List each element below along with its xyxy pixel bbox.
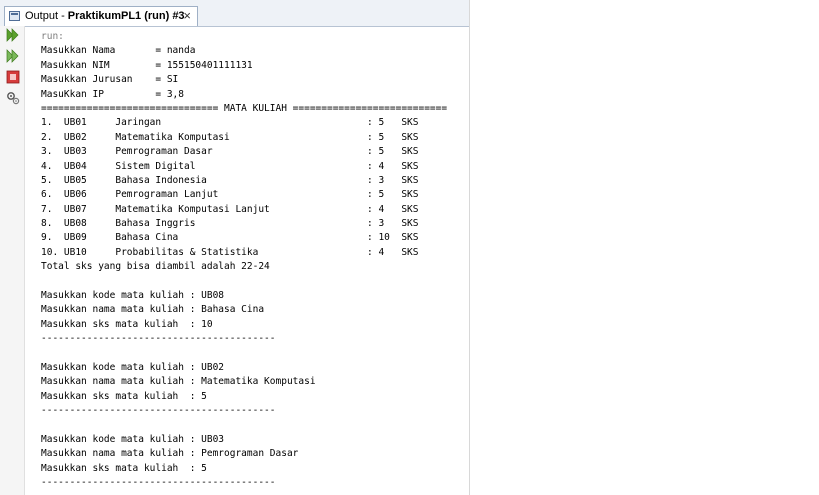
rerun-icon[interactable]	[6, 28, 20, 42]
output-tab-bar: Output - PraktikumPL1 (run) #3 ×	[0, 0, 469, 27]
console-line: 10. UB10 Probabilitas & Statistika : 4 S…	[41, 246, 419, 258]
console-line: 7. UB07 Matematika Komputasi Lanjut : 4 …	[41, 203, 419, 215]
console-line: Masukkan nama mata kuliah : Matematika K…	[41, 376, 316, 388]
console-line: ----------------------------------------…	[41, 477, 276, 489]
console-line: 6. UB06 Pemrograman Lanjut : 5 SKS	[41, 189, 419, 201]
tab-output-run[interactable]: Output - PraktikumPL1 (run) #3 ×	[4, 6, 198, 26]
console-line: 5. UB05 Bahasa Indonesia : 3 SKS	[41, 174, 419, 186]
run-label: run:	[41, 31, 64, 42]
output-toolbar	[0, 26, 25, 495]
console-line: Masukkan sks mata kuliah : 5	[41, 462, 207, 474]
console-line: MasuKkan IP = 3,8	[41, 88, 184, 100]
console-line: Masukkan nama mata kuliah : Bahasa Cina	[41, 304, 265, 316]
output-window: Output - PraktikumPL1 (run) #3 × run: Ma…	[0, 0, 470, 495]
console-line: 9. UB09 Bahasa Cina : 10 SKS	[41, 232, 419, 244]
console-line: =============================== MATA KUL…	[41, 102, 448, 114]
console-line: 4. UB04 Sistem Digital : 4 SKS	[41, 160, 419, 172]
settings-icon[interactable]	[6, 91, 20, 105]
console-line: Masukkan Nama = nanda	[41, 45, 196, 57]
console-line: Masukkan kode mata kuliah : UB08	[41, 290, 225, 302]
console-line: Masukkan Jurusan = SI	[41, 74, 179, 86]
stop-icon[interactable]	[6, 70, 20, 84]
console-line: ----------------------------------------…	[41, 333, 276, 345]
console-line: Masukkan sks mata kuliah : 5	[41, 390, 207, 402]
rerun-with-options-icon[interactable]	[6, 49, 20, 63]
console-line: 1. UB01 Jaringan : 5 SKS	[41, 117, 419, 129]
output-window-icon	[9, 11, 20, 21]
console-line: Masukkan sks mata kuliah : 10	[41, 318, 213, 330]
console-line: 3. UB03 Pemrograman Dasar : 5 SKS	[41, 146, 419, 158]
console-line: Masukkan kode mata kuliah : UB03	[41, 433, 225, 445]
tab-prefix: Output -	[25, 10, 68, 22]
console-line: 2. UB02 Matematika Komputasi : 5 SKS	[41, 131, 419, 143]
close-icon[interactable]: ×	[183, 8, 191, 23]
console-line: Masukkan kode mata kuliah : UB02	[41, 361, 225, 373]
console-line: Masukkan NIM = 155150401111131	[41, 59, 253, 71]
console-output[interactable]: run: Masukkan Nama = nanda Masukkan NIM = …	[41, 30, 466, 495]
tab-title: PraktikumPL1 (run) #3	[67, 10, 185, 22]
console-line: ----------------------------------------…	[41, 405, 276, 417]
console-line: 8. UB08 Bahasa Inggris : 3 SKS	[41, 218, 419, 230]
console-line: Masukkan nama mata kuliah : Pemrograman …	[41, 448, 299, 460]
tab-label: Output - PraktikumPL1 (run) #3	[25, 10, 185, 22]
console-line: Total sks yang bisa diambil adalah 22-24	[41, 261, 270, 273]
